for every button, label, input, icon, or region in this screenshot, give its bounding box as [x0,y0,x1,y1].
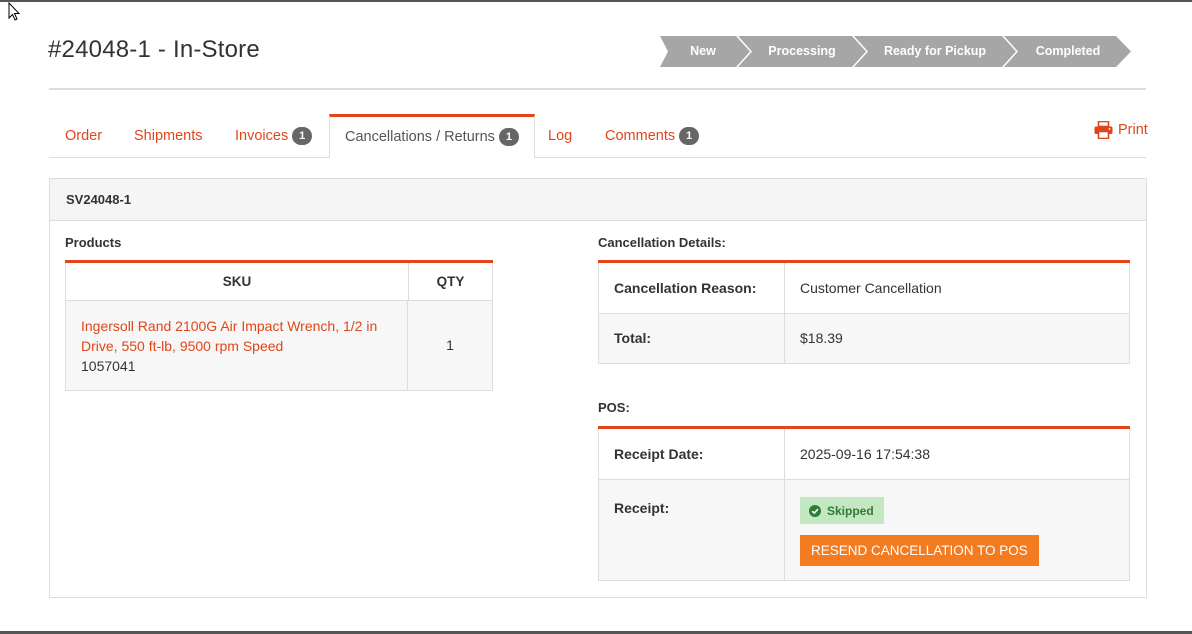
tab-shipments[interactable]: Shipments [134,114,203,158]
table-row: Ingersoll Rand 2100G Air Impact Wrench, … [65,301,493,391]
products-heading: Products [65,235,122,250]
cancellation-id: SV24048-1 [66,192,132,207]
products-table: SKU QTY Ingersoll Rand 2100G Air Impact … [65,260,493,391]
cancellation-reason-value: Customer Cancellation [800,280,942,296]
mouse-cursor-icon [8,2,21,21]
status-badge: Skipped [800,497,884,524]
sku-column-header: SKU [66,263,409,300]
status-step-ready-for-pickup: Ready for Pickup [854,36,1018,67]
tab-label: Order [65,128,103,144]
tab-invoices[interactable]: Invoices 1 [235,114,313,158]
check-circle-icon [809,504,821,517]
tab-label: Cancellations / Returns [345,129,495,145]
table-row: Cancellation Reason: Customer Cancellati… [598,263,1130,314]
qty-column-header: QTY [436,274,465,289]
tab-comments[interactable]: Comments 1 [605,114,700,158]
panel-header: SV24048-1 [50,179,1146,221]
count-badge: 1 [679,127,700,145]
header-divider [49,88,1146,90]
receipt-date-label: Receipt Date: [599,429,785,479]
product-name-line: Ingersoll Rand 2100G Air Impact Wrench, … [81,318,378,334]
status-step-new: New [660,36,750,67]
window-top-border [0,0,1192,2]
product-cell: Ingersoll Rand 2100G Air Impact Wrench, … [66,301,408,390]
product-qty: 1 [446,337,454,353]
tab-order[interactable]: Order [65,114,102,158]
receipt-value: Skipped RESEND CANCELLATION TO POS [785,480,1129,580]
cancellation-details-heading: Cancellation Details: [598,235,726,250]
receipt-label: Receipt: [599,480,785,580]
status-step-processing: Processing [738,36,868,67]
status-step-completed: Completed [1004,36,1134,67]
status-badge-label: Skipped [827,503,874,518]
count-badge: 1 [498,128,519,146]
table-row: Total: $18.39 [598,314,1130,364]
pos-heading: POS: [598,400,630,415]
receipt-date-value: 2025-09-16 17:54:38 [800,446,930,462]
tab-log[interactable]: Log [548,114,572,158]
tab-label: Shipments [134,128,203,144]
tab-label: Comments [605,128,676,144]
print-button[interactable]: Print [1094,121,1148,139]
product-name-link[interactable]: Ingersoll Rand 2100G Air Impact Wrench, … [81,316,407,356]
page-title: #24048-1 - In-Store [48,36,260,63]
tab-cancellations-returns[interactable]: Cancellations / Returns 1 [329,114,535,159]
total-label: Total: [599,314,785,363]
product-name-line: Drive, 550 ft-lb, 9500 rpm Speed [81,338,284,354]
table-row: Receipt: Skipped RESEND CANCELLATION TO … [598,480,1130,581]
table-row: Receipt Date: 2025-09-16 17:54:38 [598,429,1130,480]
order-tabs: Order Shipments Invoices 1 Cancellations … [49,114,1146,159]
tab-label: Log [548,128,573,144]
pos-table: Receipt Date: 2025-09-16 17:54:38 Receip… [598,426,1130,581]
table-header-row: SKU QTY [65,263,493,301]
total-value: $18.39 [800,330,843,346]
tab-label: Invoices [235,128,289,144]
cancellation-details-table: Cancellation Reason: Customer Cancellati… [598,260,1130,364]
print-label: Print [1118,122,1148,138]
cancellation-reason-label: Cancellation Reason: [599,263,785,313]
count-badge: 1 [292,127,313,145]
resend-cancellation-button[interactable]: RESEND CANCELLATION TO POS [800,535,1039,566]
printer-icon [1094,121,1113,139]
product-sku: 1057041 [81,358,136,374]
